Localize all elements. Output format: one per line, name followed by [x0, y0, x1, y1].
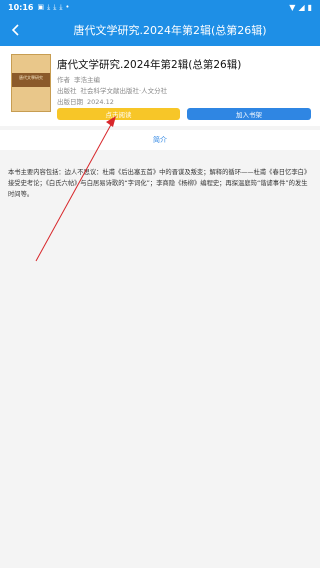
download-icon: ⤓ — [53, 2, 57, 11]
date-row: 出版日期 2024.12 — [57, 96, 114, 106]
status-time: 10:16 — [8, 2, 34, 12]
signal-icon: ◢ — [298, 2, 305, 12]
dot-icon: • — [65, 2, 70, 11]
image-icon: ▣ — [37, 2, 45, 11]
app-bar: 唐代文学研究.2024年第2辑(总第26辑) — [0, 14, 320, 46]
notification-icons: ▣ ⤓ ⤓ ⤓ • — [37, 3, 69, 12]
author-row: 作者 李浩主编 — [57, 74, 100, 84]
status-left: 10:16 ▣ ⤓ ⤓ ⤓ • — [8, 3, 70, 12]
author-label: 作者 — [57, 76, 70, 84]
status-bar: 10:16 ▣ ⤓ ⤓ ⤓ • ▼ ◢ ▮ — [0, 0, 320, 14]
wifi-icon: ▼ — [289, 2, 296, 12]
add-to-shelf-button[interactable]: 加入书架 — [187, 108, 311, 120]
publisher-label: 出版社 — [57, 87, 77, 95]
battery-icon: ▮ — [307, 2, 312, 12]
date-value: 2024.12 — [87, 98, 114, 106]
date-label: 出版日期 — [57, 98, 83, 106]
author-value: 李浩主编 — [74, 76, 100, 84]
cover-text: 唐代文學研究 — [19, 75, 43, 80]
book-cover[interactable]: 唐代文學研究 — [11, 54, 51, 112]
download-icon: ⤓ — [59, 2, 63, 11]
tab-bar: 简介 — [0, 130, 320, 150]
read-button[interactable]: 点击阅读 — [57, 108, 180, 120]
download-icon: ⤓ — [47, 2, 51, 11]
publisher-row: 出版社 社会科学文献出版社·人文分社 — [57, 85, 167, 95]
book-description: 本书主要内容包括：边人不思议：杜甫《后出塞五首》中的晋谋及叛变；解释的循环——杜… — [8, 169, 311, 198]
tab-intro[interactable]: 简介 — [153, 135, 167, 145]
publisher-value: 社会科学文献出版社·人文分社 — [80, 87, 168, 95]
book-title: 唐代文学研究.2024年第2辑(总第26辑) — [57, 59, 242, 71]
page-title: 唐代文学研究.2024年第2辑(总第26辑) — [73, 24, 267, 37]
back-arrow-icon — [11, 24, 19, 36]
status-right: ▼ ◢ ▮ — [289, 3, 312, 12]
back-button[interactable] — [6, 20, 26, 40]
